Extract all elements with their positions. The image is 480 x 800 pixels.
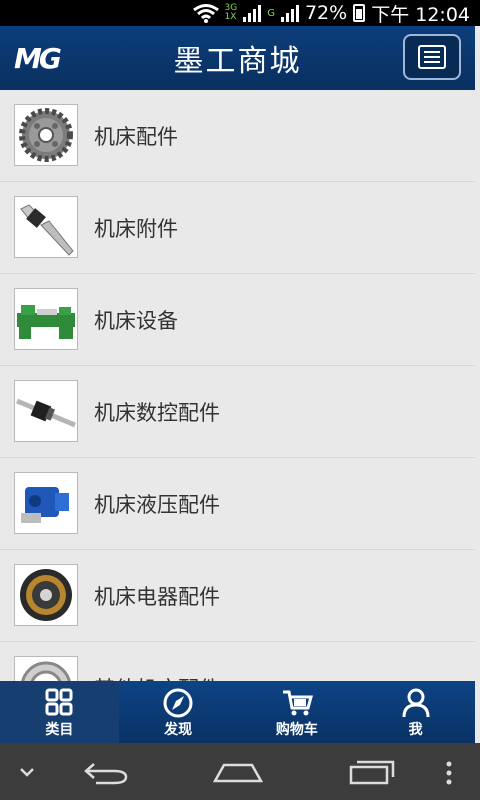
grid-icon [45, 688, 73, 716]
menu-icon [418, 45, 446, 69]
category-item[interactable]: 机床附件 [0, 182, 475, 274]
signal-icon-2 [280, 4, 299, 22]
status-bar: 3G 1X G 72% 下午 12:04 [0, 0, 480, 26]
clock: 下午 12:04 [371, 3, 470, 26]
wifi-icon [192, 4, 219, 23]
category-label: 机床附件 [94, 216, 178, 241]
tab-cart[interactable]: 购物车 [238, 681, 357, 743]
lathe-image [14, 288, 78, 350]
tab-label: 类目 [45, 722, 74, 738]
category-list[interactable]: 机床配件 机床附件 机床设备 机床数控配件 机床液压配件 机床电器配件 [0, 90, 475, 681]
category-item[interactable]: 机床数控配件 [0, 366, 475, 458]
network-g: G [267, 7, 275, 19]
user-icon [402, 688, 430, 718]
network-type: 3G 1X [224, 3, 238, 22]
tab-label: 发现 [164, 722, 193, 738]
ballscrew-image [14, 380, 78, 442]
category-item[interactable]: 机床设备 [0, 274, 475, 366]
system-nav-bar [0, 743, 480, 800]
more-icon[interactable] [444, 761, 454, 785]
compass-icon [163, 688, 193, 718]
category-label: 机床电器配件 [94, 584, 220, 609]
app-header: MG 墨工商城 [0, 26, 475, 90]
chevron-down-icon[interactable] [18, 765, 36, 779]
hydraulic-pump-image [14, 472, 78, 534]
menu-button[interactable] [403, 34, 461, 80]
recent-apps-icon[interactable] [348, 759, 396, 785]
back-icon[interactable] [82, 759, 130, 785]
signal-icon [243, 4, 262, 22]
category-label: 其他机床配件 [94, 673, 220, 682]
bearing-image [14, 656, 78, 681]
battery-icon [353, 4, 366, 22]
bottom-nav: 类目 发现 购物车 我 [0, 681, 475, 743]
home-icon[interactable] [212, 761, 264, 785]
tab-label: 购物车 [275, 722, 318, 738]
category-label: 机床液压配件 [94, 492, 220, 517]
category-label: 机床设备 [94, 308, 178, 333]
tab-discover[interactable]: 发现 [119, 681, 238, 743]
category-item[interactable]: 机床电器配件 [0, 550, 475, 642]
tab-categories[interactable]: 类目 [0, 681, 119, 743]
page-title: 墨工商城 [173, 44, 302, 79]
category-item[interactable]: 机床液压配件 [0, 458, 475, 550]
live-center-image [14, 196, 78, 258]
gear-image [14, 104, 78, 166]
category-label: 机床数控配件 [94, 400, 220, 425]
category-label: 机床配件 [94, 124, 178, 149]
battery-percent: 72% [304, 2, 348, 24]
electric-clutch-image [14, 564, 78, 626]
category-item[interactable]: 机床配件 [0, 90, 475, 182]
cart-icon [282, 690, 313, 716]
logo[interactable]: MG [14, 42, 64, 75]
category-item[interactable]: 其他机床配件 [0, 642, 475, 681]
tab-me[interactable]: 我 [356, 681, 475, 743]
tab-label: 我 [408, 722, 423, 738]
